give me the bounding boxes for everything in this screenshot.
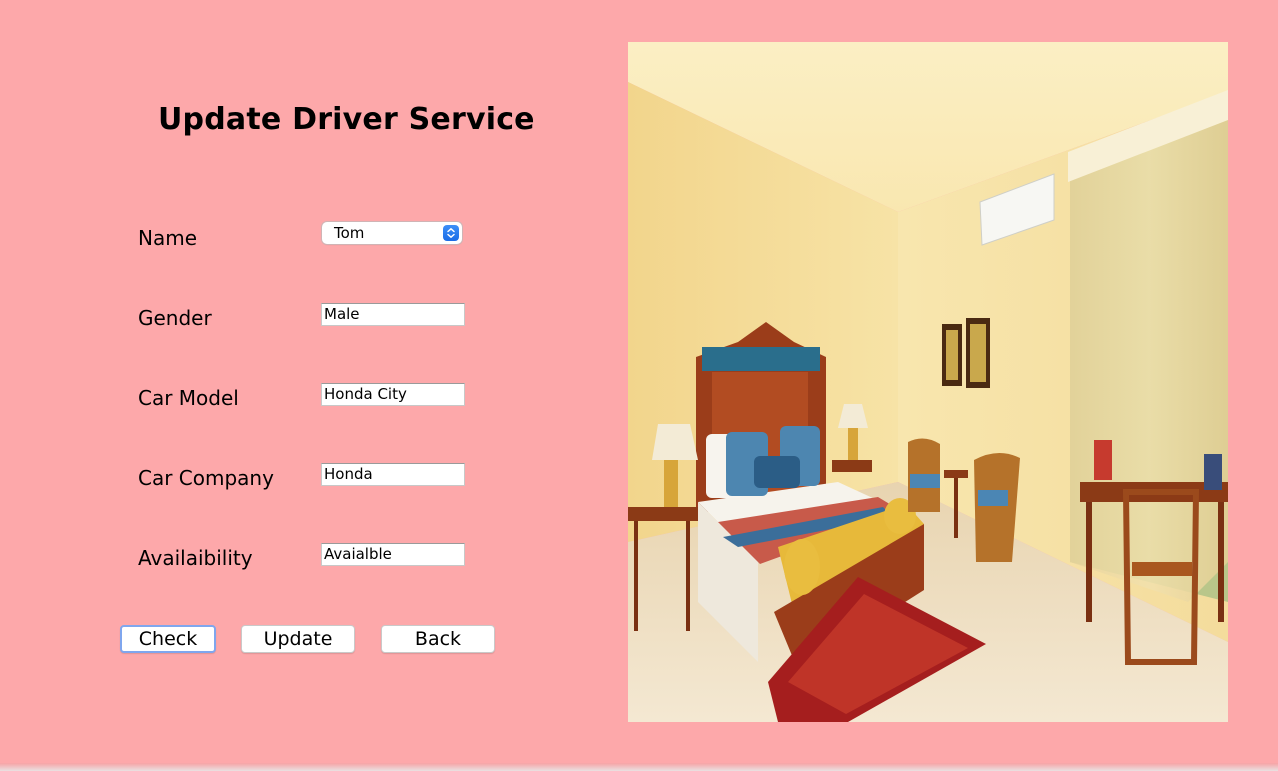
name-select-value: Tom (334, 224, 365, 242)
car-company-field[interactable]: Honda (321, 463, 465, 486)
availability-field[interactable]: Avaialble (321, 543, 465, 566)
check-button[interactable]: Check (120, 625, 216, 653)
chevron-updown-icon (443, 225, 459, 241)
page-title: Update Driver Service (158, 102, 535, 137)
availability-label: Availaibility (138, 546, 253, 570)
name-label: Name (138, 226, 198, 250)
car-model-field[interactable]: Honda City (321, 383, 465, 406)
gender-label: Gender (138, 306, 212, 330)
name-select[interactable]: Tom (322, 222, 462, 244)
car-company-label: Car Company (138, 466, 274, 490)
gender-field[interactable]: Male (321, 303, 465, 326)
back-button[interactable]: Back (381, 625, 495, 653)
hotel-bedroom-photo (628, 42, 1228, 722)
update-button[interactable]: Update (241, 625, 355, 653)
window-bottom-edge (0, 763, 1278, 771)
car-model-label: Car Model (138, 386, 239, 410)
